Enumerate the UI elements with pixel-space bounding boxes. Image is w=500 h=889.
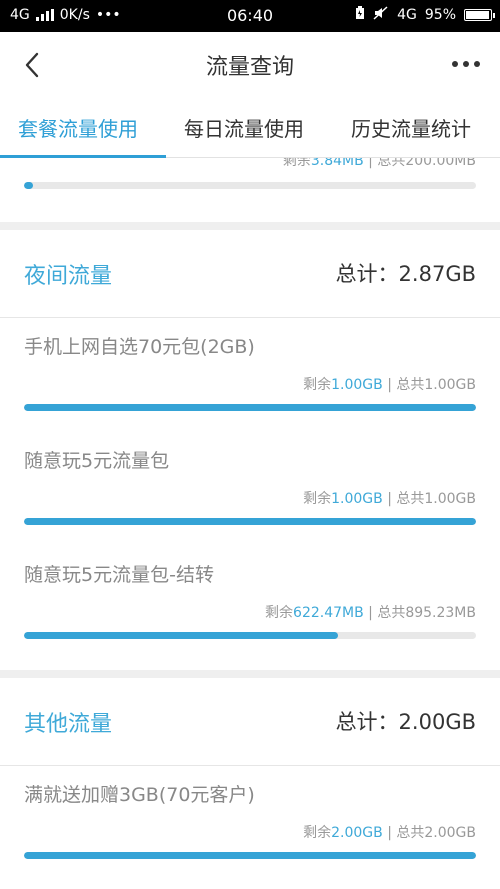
section-title: 其他流量: [24, 712, 113, 737]
navigation-bar: 流量查询: [0, 32, 500, 96]
battery-saver-icon: [355, 6, 365, 24]
total-value: | 总共895.23MB: [368, 605, 476, 621]
remaining-value: 2.00GB: [331, 825, 383, 841]
total-value: | 总共200.00MB: [368, 158, 476, 169]
status-bar: 4G 0K/s ••• 06:40 4G 95%: [0, 0, 500, 32]
remaining-label: 剩余: [303, 377, 332, 393]
progress-track: [24, 852, 476, 859]
progress-track: [24, 182, 476, 189]
remaining-label: 剩余: [282, 158, 311, 169]
tab-history-stats[interactable]: 历史流量统计: [351, 113, 471, 142]
total-value: | 总共1.00GB: [387, 377, 476, 393]
progress-track: [24, 632, 476, 639]
item-meta: 剩余2.00GB | 总共2.00GB: [303, 822, 476, 842]
list-item: 随意玩5元流量包 剩余1.00GB | 总共1.00GB: [0, 432, 500, 546]
progress-track: [24, 518, 476, 525]
progress-fill: [24, 404, 476, 411]
item-name: 随意玩5元流量包-结转: [24, 564, 214, 586]
tab-daily-usage[interactable]: 每日流量使用: [184, 113, 304, 142]
item-meta: 剩余1.00GB | 总共1.00GB: [303, 488, 476, 508]
more-button[interactable]: [446, 50, 486, 78]
section-night-traffic: 夜间流量 总计：2.87GB 手机上网自选70元包(2GB) 剩余1.00GB …: [0, 230, 500, 670]
section-header: 夜间流量 总计：2.87GB: [0, 230, 500, 318]
remaining-value: 622.47MB: [293, 605, 364, 621]
total-value: | 总共2.00GB: [387, 825, 476, 841]
partial-item-card: 剩余3.84MB | 总共200.00MB: [0, 158, 500, 222]
progress-fill: [24, 632, 339, 639]
list-item: 随意玩5元流量包-结转 剩余622.47MB | 总共895.23MB: [0, 546, 500, 660]
section-header: 其他流量 总计：2.00GB: [0, 678, 500, 766]
tab-package-usage[interactable]: 套餐流量使用: [18, 113, 138, 142]
section-other-traffic: 其他流量 总计：2.00GB 满就送加赠3GB(70元客户) 剩余2.00GB …: [0, 678, 500, 889]
remaining-label: 剩余: [265, 605, 294, 621]
status-right: 4G 95%: [355, 6, 495, 24]
page-title: 流量查询: [205, 55, 294, 80]
tab-bar: 套餐流量使用 每日流量使用 历史流量统计: [0, 96, 500, 158]
remaining-label: 剩余: [303, 825, 332, 841]
item-name: 随意玩5元流量包: [24, 450, 170, 472]
item-name: 满就送加赠3GB(70元客户): [24, 784, 255, 806]
progress-fill: [24, 182, 34, 189]
battery-percent: 95%: [424, 7, 456, 23]
item-meta: 剩余622.47MB | 总共895.23MB: [265, 602, 476, 622]
remaining-value: 1.00GB: [331, 377, 383, 393]
item-meta: 剩余1.00GB | 总共1.00GB: [303, 374, 476, 394]
section-title: 夜间流量: [24, 264, 113, 289]
partial-item-meta: 剩余3.84MB | 总共200.00MB: [283, 158, 476, 170]
list-item: 满就送加赠3GB(70元客户) 剩余2.00GB | 总共2.00GB: [0, 766, 500, 880]
total-value: | 总共1.00GB: [387, 491, 476, 507]
remaining-label: 剩余: [303, 491, 332, 507]
list-item: 手机上网自选70元包(2GB) 剩余1.00GB | 总共1.00GB: [0, 318, 500, 432]
progress-track: [24, 404, 476, 411]
item-name: 手机上网自选70元包(2GB): [24, 336, 255, 358]
remaining-value: 3.84MB: [310, 158, 364, 169]
section-total: 总计：2.00GB: [335, 710, 476, 734]
progress-fill: [24, 518, 476, 525]
battery-icon: [464, 9, 495, 21]
mute-icon: [373, 6, 389, 24]
section-total: 总计：2.87GB: [335, 262, 476, 286]
more-horizontal-icon: [452, 61, 480, 67]
network-type-right: 4G: [397, 7, 417, 23]
progress-fill: [24, 852, 476, 859]
remaining-value: 1.00GB: [331, 491, 383, 507]
